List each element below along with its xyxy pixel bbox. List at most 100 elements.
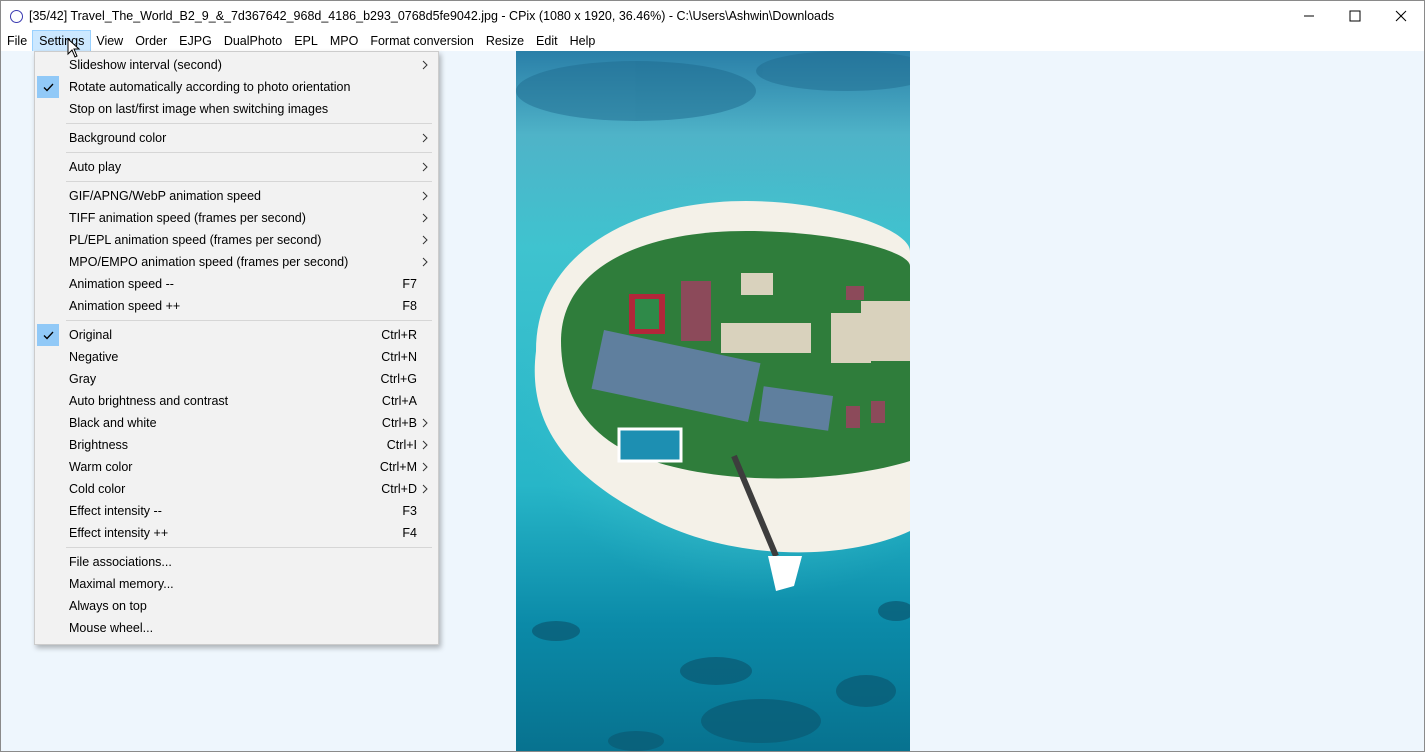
close-icon (1395, 10, 1407, 22)
menu-item-label: Brightness (69, 438, 129, 452)
menu-item-label: Auto play (69, 160, 122, 174)
mouse-cursor-icon (67, 38, 81, 58)
menu-item-mpo-empo-animation-speed-frames-per-second[interactable]: MPO/EMPO animation speed (frames per sec… (35, 251, 438, 273)
submenu-arrow-icon (422, 461, 428, 475)
menu-item-shortcut: Ctrl+G (380, 372, 417, 386)
menu-item-label: Auto brightness and contrast (69, 394, 229, 408)
menu-item-label: Background color (69, 131, 167, 145)
photo-image (516, 51, 910, 751)
menu-item-label: Cold color (69, 482, 126, 496)
menu-item-label: Effect intensity -- (69, 504, 162, 518)
menu-item-label: Black and white (69, 416, 157, 430)
submenu-arrow-icon (422, 212, 428, 226)
menu-item-label: Always on top (69, 599, 147, 613)
submenu-arrow-icon (422, 190, 428, 204)
submenu-arrow-icon (422, 161, 428, 175)
menu-item-background-color[interactable]: Background color (35, 127, 438, 149)
menu-item-pl-epl-animation-speed-frames-per-second[interactable]: PL/EPL animation speed (frames per secon… (35, 229, 438, 251)
menu-item-label: Warm color (69, 460, 133, 474)
menu-item-label: Original (69, 328, 113, 342)
submenu-arrow-icon (422, 439, 428, 453)
menu-separator (66, 547, 432, 548)
menu-item-shortcut: Ctrl+M (379, 460, 417, 474)
menu-item-label: Stop on last/first image when switching … (69, 102, 329, 116)
menu-resize[interactable]: Resize (480, 31, 530, 51)
menu-item-file-associations[interactable]: File associations... (35, 551, 438, 573)
menu-item-gif-apng-webp-animation-speed[interactable]: GIF/APNG/WebP animation speed (35, 185, 438, 207)
menu-item-auto-brightness-and-contrast[interactable]: Auto brightness and contrast Ctrl+A (35, 390, 438, 412)
menu-item-label: Maximal memory... (69, 577, 174, 591)
cpix-ring-icon (10, 9, 23, 23)
close-button[interactable] (1378, 1, 1424, 31)
menu-separator (66, 320, 432, 321)
menu-item-label: Negative (69, 350, 119, 364)
menu-item-mouse-wheel[interactable]: Mouse wheel... (35, 617, 438, 639)
menu-item-animation-speed[interactable]: Animation speed -- F7 (35, 273, 438, 295)
menu-item-shortcut: Ctrl+N (381, 350, 417, 364)
menu-item-black-and-white[interactable]: Black and white Ctrl+B (35, 412, 438, 434)
menu-item-animation-speed[interactable]: Animation speed ++ F8 (35, 295, 438, 317)
menu-item-original[interactable]: Original Ctrl+R (35, 324, 438, 346)
menu-item-label: PL/EPL animation speed (frames per secon… (69, 233, 322, 247)
menu-item-label: TIFF animation speed (frames per second) (69, 211, 306, 225)
menu-item-label: Slideshow interval (second) (69, 58, 222, 72)
menu-item-auto-play[interactable]: Auto play (35, 156, 438, 178)
menu-item-label: Gray (69, 372, 97, 386)
cpix-window: [35/42] Travel_The_World_B2_9_&_7d367642… (0, 0, 1425, 752)
menu-ejpg[interactable]: EJPG (173, 31, 218, 51)
menu-item-shortcut: Ctrl+D (381, 482, 417, 496)
menu-item-stop-on-last-first-image-when-switching-images[interactable]: Stop on last/first image when switching … (35, 98, 438, 120)
menu-item-always-on-top[interactable]: Always on top (35, 595, 438, 617)
maximize-icon (1349, 10, 1361, 22)
title-bar: [35/42] Travel_The_World_B2_9_&_7d367642… (1, 1, 1424, 31)
menu-dualphoto[interactable]: DualPhoto (218, 31, 288, 51)
checkmark-icon (37, 76, 59, 98)
menu-item-effect-intensity[interactable]: Effect intensity ++ F4 (35, 522, 438, 544)
menu-file[interactable]: File (1, 31, 33, 51)
minimize-button[interactable] (1286, 1, 1332, 31)
menu-item-slideshow-interval-second[interactable]: Slideshow interval (second) (35, 54, 438, 76)
menu-item-label: Mouse wheel... (69, 621, 154, 635)
menu-help[interactable]: Help (564, 31, 602, 51)
menu-edit[interactable]: Edit (530, 31, 564, 51)
menu-item-rotate-automatically-according-to-photo-orientation[interactable]: Rotate automatically according to photo … (35, 76, 438, 98)
menu-mpo[interactable]: MPO (324, 31, 364, 51)
menu-item-shortcut: F3 (402, 504, 417, 518)
submenu-arrow-icon (422, 132, 428, 146)
submenu-arrow-icon (422, 483, 428, 497)
menu-order[interactable]: Order (129, 31, 173, 51)
menu-item-maximal-memory[interactable]: Maximal memory... (35, 573, 438, 595)
menu-item-label: Effect intensity ++ (69, 526, 169, 540)
menu-settings[interactable]: Settings (32, 30, 92, 52)
maximize-button[interactable] (1332, 1, 1378, 31)
menu-item-label: MPO/EMPO animation speed (frames per sec… (69, 255, 349, 269)
menu-item-label: File associations... (69, 555, 172, 569)
menu-item-shortcut: Ctrl+B (381, 416, 417, 430)
submenu-arrow-icon (422, 417, 428, 431)
menu-item-brightness[interactable]: Brightness Ctrl+I (35, 434, 438, 456)
menu-item-gray[interactable]: Gray Ctrl+G (35, 368, 438, 390)
settings-dropdown-menu: Slideshow interval (second) Rotate automa… (34, 51, 439, 645)
menu-item-shortcut: F4 (402, 526, 417, 540)
menu-item-label: GIF/APNG/WebP animation speed (69, 189, 261, 203)
menu-format-conversion[interactable]: Format conversion (364, 31, 480, 51)
menu-separator (66, 123, 432, 124)
menu-epl[interactable]: EPL (288, 31, 324, 51)
submenu-arrow-icon (422, 256, 428, 270)
menu-item-effect-intensity[interactable]: Effect intensity -- F3 (35, 500, 438, 522)
window-controls (1286, 1, 1424, 31)
menu-item-cold-color[interactable]: Cold color Ctrl+D (35, 478, 438, 500)
menu-bar: File Settings View Order EJPG DualPhoto EPL MPO… (1, 30, 1424, 52)
menu-separator (66, 152, 432, 153)
menu-item-shortcut: F7 (402, 277, 417, 291)
menu-item-label: Rotate automatically according to photo … (69, 80, 351, 94)
menu-separator (66, 181, 432, 182)
menu-item-warm-color[interactable]: Warm color Ctrl+M (35, 456, 438, 478)
minimize-icon (1304, 15, 1314, 17)
submenu-arrow-icon (422, 234, 428, 248)
menu-item-shortcut: Ctrl+A (381, 394, 417, 408)
menu-item-shortcut: F8 (402, 299, 417, 313)
menu-item-tiff-animation-speed-frames-per-second[interactable]: TIFF animation speed (frames per second) (35, 207, 438, 229)
menu-item-negative[interactable]: Negative Ctrl+N (35, 346, 438, 368)
menu-view[interactable]: View (90, 31, 129, 51)
